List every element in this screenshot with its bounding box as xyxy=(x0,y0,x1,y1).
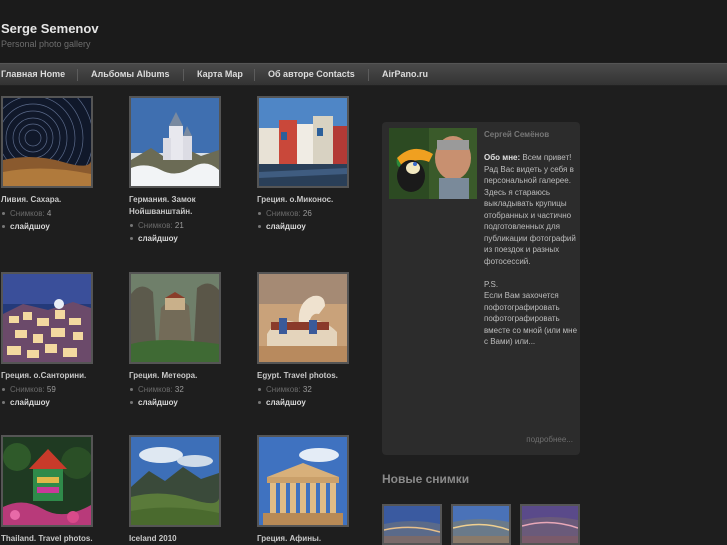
slideshow-link[interactable]: слайдшоу xyxy=(10,222,50,231)
about-body: Всем привет! Рад Вас видеть у себя в пер… xyxy=(484,153,578,346)
bullet-icon xyxy=(258,211,261,215)
album-title[interactable]: Греция. о.Санторини. xyxy=(1,370,109,382)
bullet-icon xyxy=(130,387,133,391)
bullet-icon xyxy=(130,236,133,240)
slideshow-link[interactable]: слайдшоу xyxy=(138,234,178,243)
thai-temple-icon xyxy=(3,437,91,525)
album-title[interactable]: Греция. о.Миконос. xyxy=(257,194,365,206)
recent-photo[interactable] xyxy=(520,504,580,545)
parthenon-icon xyxy=(259,437,347,525)
album-slideshow[interactable]: слайдшоу xyxy=(1,222,50,232)
album-title[interactable]: Греция. Метеора. xyxy=(129,370,237,382)
slideshow-link[interactable]: слайдшоу xyxy=(10,398,50,407)
recent-photo[interactable] xyxy=(382,504,442,545)
album-title[interactable]: Iceland 2010 xyxy=(129,533,237,545)
album-photo-count: Снимков: 4 xyxy=(1,209,51,219)
nav-item-map[interactable]: Карта Map xyxy=(197,69,243,79)
nav-divider xyxy=(368,69,369,81)
slideshow-link[interactable]: слайдшоу xyxy=(266,222,306,231)
album-photo-count: Снимков: 21 xyxy=(129,221,184,231)
album-title[interactable]: Греция. Афины. xyxy=(257,533,365,545)
bullet-icon xyxy=(130,400,133,404)
read-more-link[interactable]: подробнее... xyxy=(526,435,573,444)
nav-divider xyxy=(254,69,255,81)
site-subtitle: Personal photo gallery xyxy=(1,39,91,49)
album-title[interactable]: Ливия. Сахара. xyxy=(1,194,109,206)
album-thumbnail[interactable] xyxy=(257,435,349,527)
bullet-icon xyxy=(2,211,5,215)
city-aerial-3-icon xyxy=(522,506,578,543)
recent-photos-heading: Новые снимки xyxy=(382,472,470,486)
album-title[interactable]: Германия. Замок Нойшванштайн. xyxy=(129,194,237,218)
album-thumbnail[interactable] xyxy=(257,96,349,188)
album-thumbnail[interactable] xyxy=(257,272,349,364)
about-author-panel: Сергей Семёнов Обо мне: Всем привет! Рад… xyxy=(382,122,580,455)
site-header: Serge Semenov Personal photo gallery xyxy=(0,0,727,62)
album-photo-count: Снимков: 32 xyxy=(257,385,312,395)
bullet-icon xyxy=(2,387,5,391)
mykonos-waterfront-icon xyxy=(259,98,347,186)
city-aerial-2-icon xyxy=(453,506,509,543)
slideshow-link[interactable]: слайдшоу xyxy=(266,398,306,407)
album-slideshow[interactable]: слайдшоу xyxy=(129,398,178,408)
album-photo-count: Снимков: 26 xyxy=(257,209,312,219)
bullet-icon xyxy=(130,223,133,227)
album-slideshow[interactable]: слайдшоу xyxy=(257,398,306,408)
iceland-landscape-icon xyxy=(131,437,219,525)
bullet-icon xyxy=(258,400,261,404)
author-photo[interactable] xyxy=(389,128,477,199)
toucan-portrait-icon xyxy=(389,128,477,199)
nav-item-albums[interactable]: Альбомы Albums xyxy=(91,69,170,79)
nav-divider xyxy=(77,69,78,81)
album-title[interactable]: Thailand. Travel photos. xyxy=(1,533,109,545)
camel-icon xyxy=(259,274,347,362)
bullet-icon xyxy=(258,224,261,228)
album-title[interactable]: Egypt. Travel photos. xyxy=(257,370,365,382)
sahara-star-trails-icon xyxy=(3,98,91,186)
bullet-icon xyxy=(2,400,5,404)
album-slideshow[interactable]: слайдшоу xyxy=(129,234,178,244)
album-slideshow[interactable]: слайдшоу xyxy=(1,398,50,408)
nav-item-home[interactable]: Главная Home xyxy=(1,69,65,79)
album-thumbnail[interactable] xyxy=(129,96,221,188)
site-title[interactable]: Serge Semenov xyxy=(1,21,99,36)
album-thumbnail[interactable] xyxy=(129,435,221,527)
neuschwanstein-castle-icon xyxy=(131,98,219,186)
recent-photo[interactable] xyxy=(451,504,511,545)
album-photo-count: Снимков: 32 xyxy=(129,385,184,395)
about-text: Обо мне: Всем привет! Рад Вас видеть у с… xyxy=(484,152,578,348)
santorini-night-icon xyxy=(3,274,91,362)
bullet-icon xyxy=(2,224,5,228)
meteora-monastery-icon xyxy=(131,274,219,362)
album-photo-count: Снимков: 59 xyxy=(1,385,56,395)
nav-divider xyxy=(183,69,184,81)
main-nav: Главная Home Альбомы Albums Карта Map Об… xyxy=(0,63,727,86)
album-thumbnail[interactable] xyxy=(129,272,221,364)
album-thumbnail[interactable] xyxy=(1,272,93,364)
city-aerial-1-icon xyxy=(384,506,440,543)
slideshow-link[interactable]: слайдшоу xyxy=(138,398,178,407)
album-thumbnail[interactable] xyxy=(1,435,93,527)
bullet-icon xyxy=(258,387,261,391)
nav-item-contacts[interactable]: Об авторе Contacts xyxy=(268,69,355,79)
nav-item-airpano[interactable]: AirPano.ru xyxy=(382,69,428,79)
about-lead: Обо мне: xyxy=(484,153,521,162)
album-slideshow[interactable]: слайдшоу xyxy=(257,222,306,232)
album-thumbnail[interactable] xyxy=(1,96,93,188)
author-name: Сергей Семёнов xyxy=(484,130,550,139)
